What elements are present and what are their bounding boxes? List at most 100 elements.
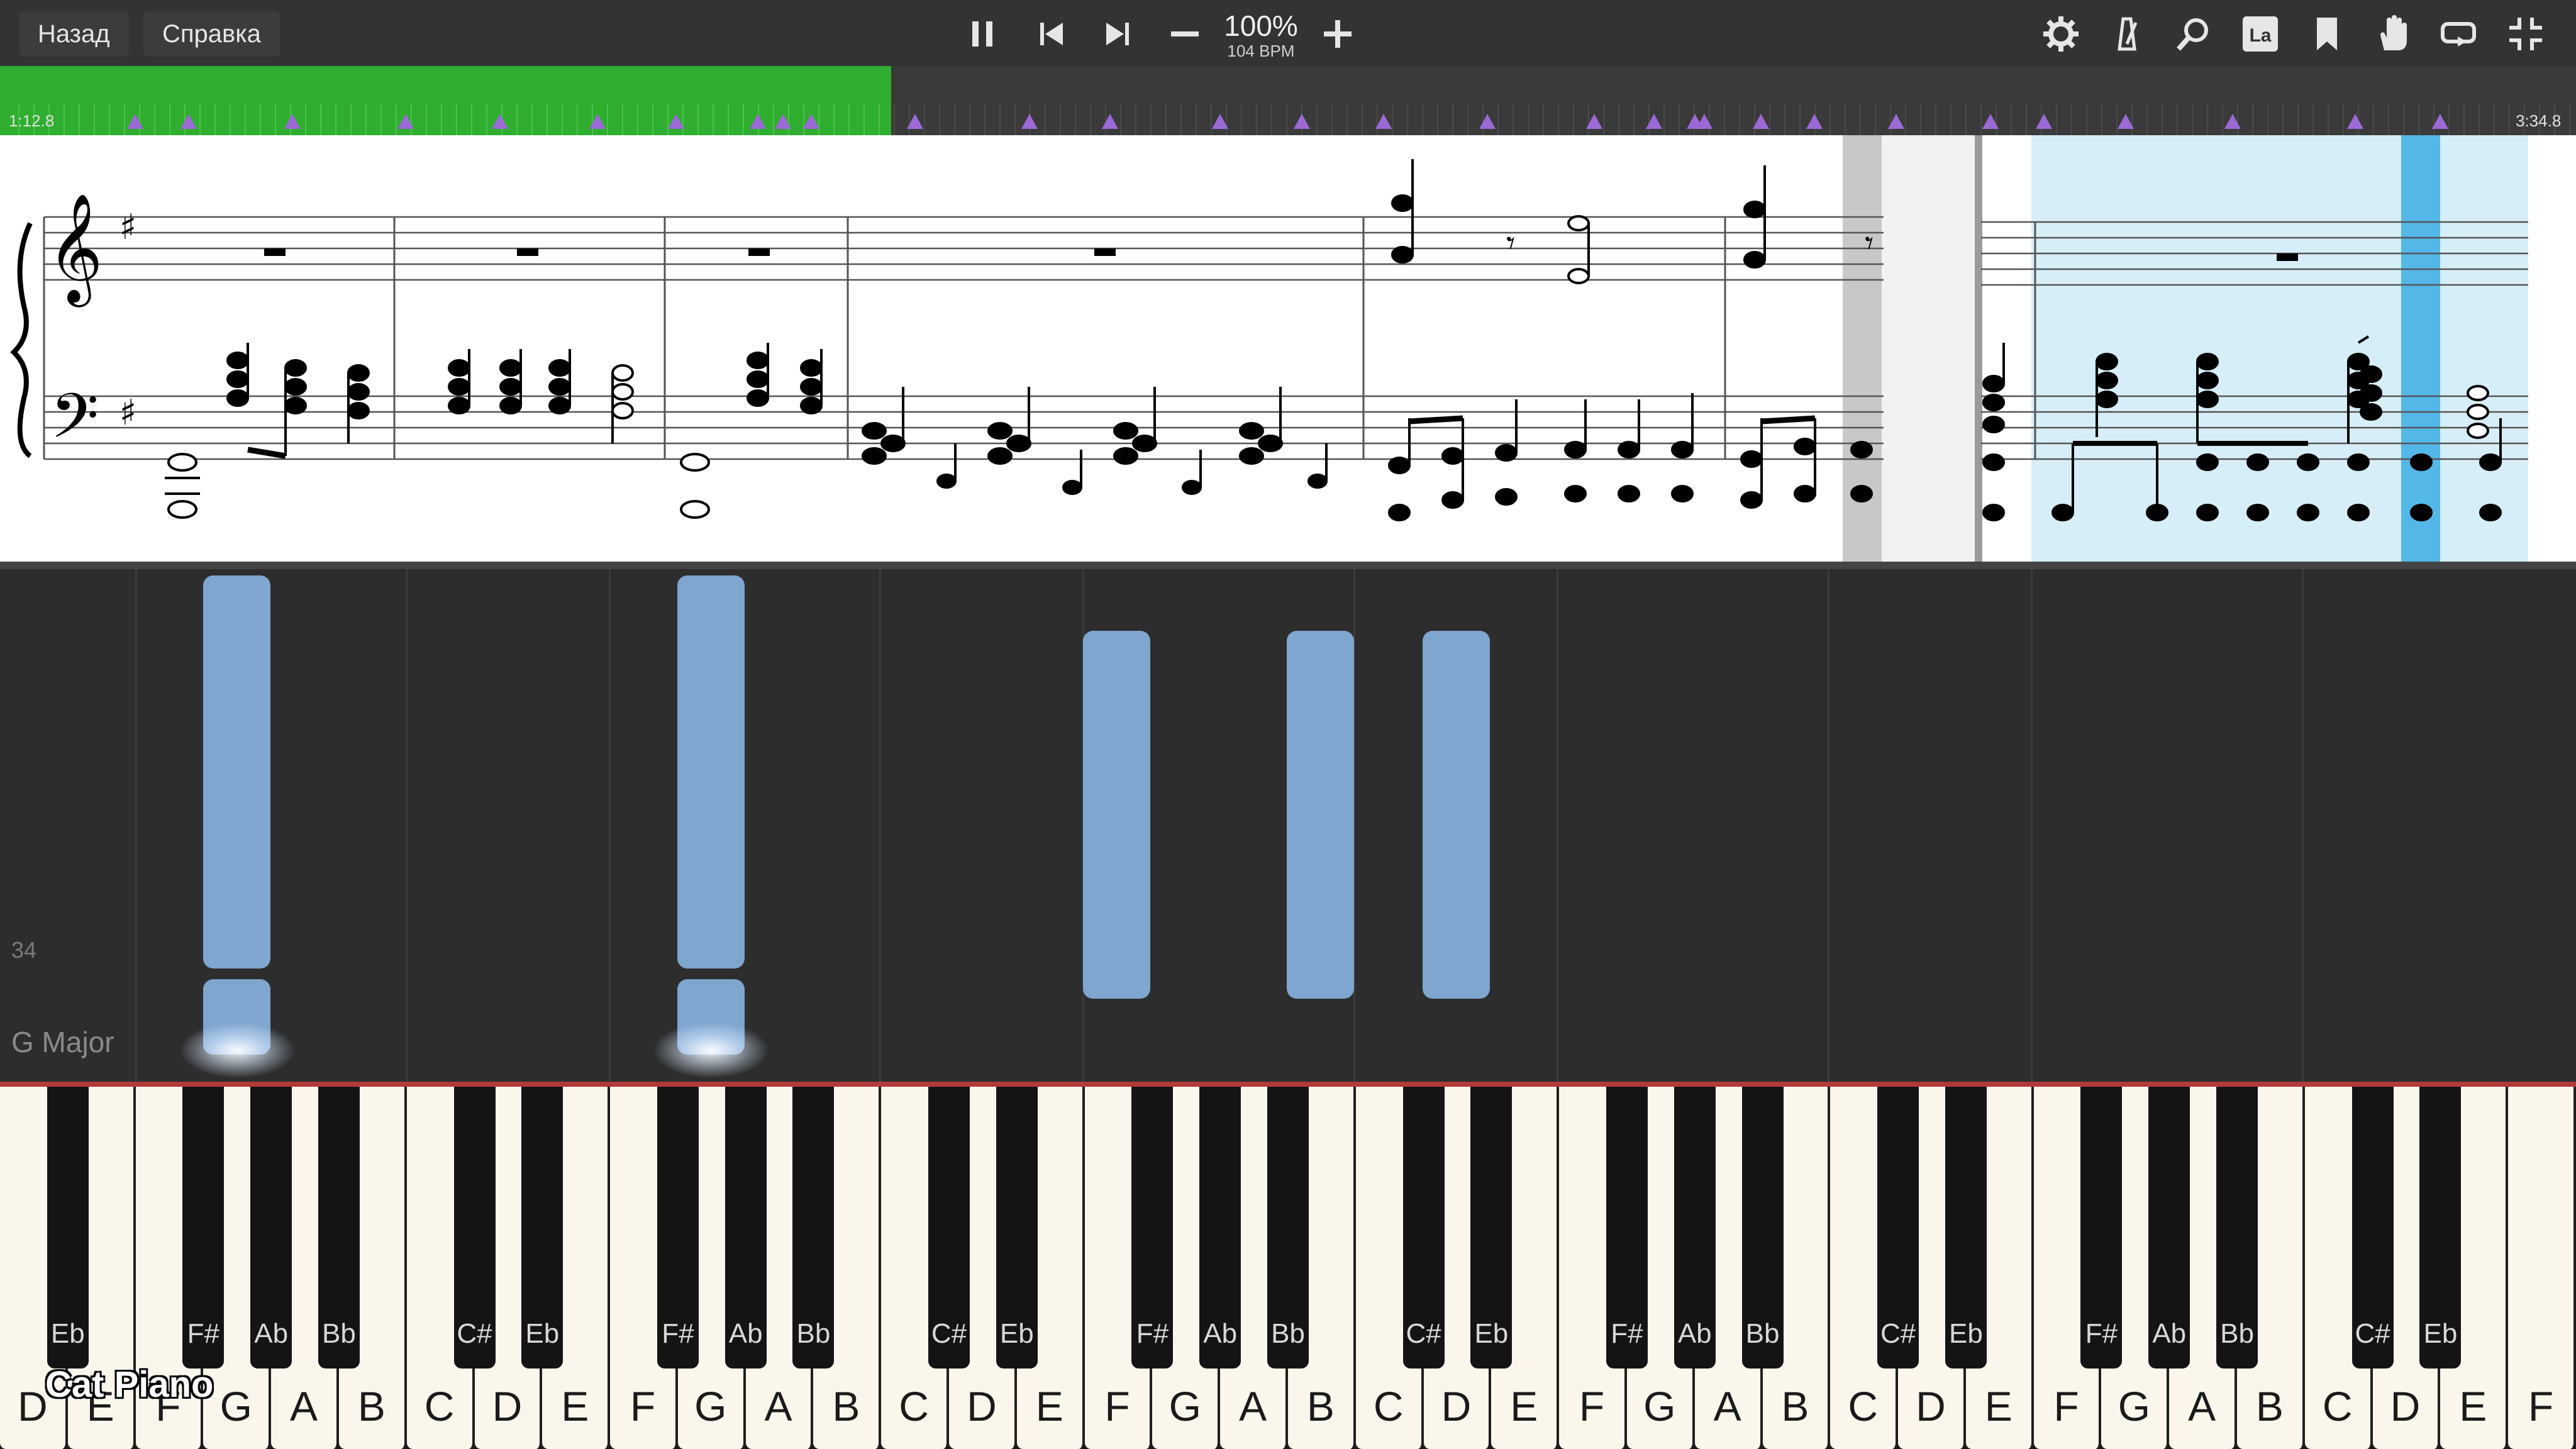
octave-line xyxy=(135,569,137,1082)
collapse-icon[interactable] xyxy=(2506,14,2546,54)
black-key[interactable]: Ab xyxy=(1199,1087,1241,1368)
hand-icon[interactable] xyxy=(2373,14,2413,54)
key-label: F# xyxy=(662,1318,694,1349)
key-label: C xyxy=(1373,1383,1404,1430)
black-key[interactable]: F# xyxy=(1606,1087,1648,1368)
key-label: C# xyxy=(457,1318,492,1349)
zoom-in-icon[interactable] xyxy=(1318,14,1358,54)
bass-clef: 𝄢 xyxy=(50,380,99,468)
black-key[interactable]: Bb xyxy=(1741,1087,1784,1368)
metronome-icon[interactable] xyxy=(2107,14,2147,54)
key-label: Eb xyxy=(50,1318,85,1349)
black-key[interactable]: C# xyxy=(1877,1087,1919,1368)
treble-key-signature: ♯ xyxy=(119,207,136,248)
key-label: Bb xyxy=(1271,1318,1305,1349)
black-key[interactable]: C# xyxy=(2351,1087,2394,1368)
key-label: B xyxy=(832,1383,860,1430)
key-label: C# xyxy=(1406,1318,1441,1349)
timeline-marker xyxy=(284,114,301,129)
help-button[interactable]: Справка xyxy=(143,11,280,57)
note-labels-icon[interactable]: La xyxy=(2240,14,2280,54)
note-hit-glow xyxy=(653,1022,769,1079)
black-key[interactable]: Ab xyxy=(250,1087,292,1368)
pause-icon[interactable] xyxy=(962,14,1002,54)
key-label: Bb xyxy=(796,1318,831,1349)
key-label: C xyxy=(424,1383,455,1430)
key-label: F xyxy=(2528,1383,2554,1430)
timeline-marker xyxy=(750,114,766,129)
key-label: A xyxy=(1239,1383,1267,1430)
bookmark-icon[interactable] xyxy=(2307,14,2347,54)
black-key[interactable]: Eb xyxy=(2419,1087,2462,1368)
total-time: 3:34.8 xyxy=(2516,111,2562,130)
song-timeline[interactable]: 1:12.8 3:34.8 xyxy=(0,66,2576,135)
falling-note xyxy=(1083,631,1150,999)
key-label: A xyxy=(2188,1383,2216,1430)
next-icon[interactable] xyxy=(1097,14,1138,54)
black-key[interactable]: F# xyxy=(657,1087,699,1368)
key-label: Ab xyxy=(728,1318,763,1349)
waterfall-border xyxy=(0,562,2576,569)
falling-note xyxy=(1423,631,1490,999)
octave-line xyxy=(1828,569,1829,1082)
black-key[interactable]: Ab xyxy=(1674,1087,1716,1368)
black-key[interactable]: C# xyxy=(453,1087,496,1368)
key-label: C# xyxy=(2355,1318,2390,1349)
key-label: C# xyxy=(931,1318,967,1349)
note-labels-glyph: La xyxy=(2249,25,2271,46)
key-label: B xyxy=(1781,1383,1809,1430)
key-label: A xyxy=(1713,1383,1741,1430)
back-button[interactable]: Назад xyxy=(19,11,129,57)
key-label: A xyxy=(290,1383,318,1430)
black-key[interactable]: Ab xyxy=(724,1087,767,1368)
black-key[interactable]: Bb xyxy=(1267,1087,1309,1368)
timeline-marker xyxy=(2036,114,2052,129)
white-key[interactable]: F xyxy=(2508,1087,2576,1449)
black-key[interactable]: F# xyxy=(182,1087,225,1368)
zoom-out-icon[interactable] xyxy=(1165,14,1205,54)
loop-icon[interactable] xyxy=(2439,14,2479,54)
black-key[interactable]: Eb xyxy=(996,1087,1038,1368)
channel-watermark: Cat Piano xyxy=(45,1364,214,1405)
key-label: Bb xyxy=(322,1318,356,1349)
black-key[interactable]: Bb xyxy=(792,1087,835,1368)
sheet-music[interactable]: 𝄞 𝄢 ♯ ♯ 𝄾 𝄾 xyxy=(0,135,2576,563)
black-key[interactable]: Eb xyxy=(1470,1087,1513,1368)
key-label: Bb xyxy=(2220,1318,2254,1349)
black-key[interactable]: C# xyxy=(1402,1087,1445,1368)
key-label: Bb xyxy=(1745,1318,1780,1349)
black-key[interactable]: Eb xyxy=(47,1087,89,1368)
key-signature-label: G Major xyxy=(11,1026,114,1058)
black-key[interactable]: Bb xyxy=(318,1087,360,1368)
black-key[interactable]: F# xyxy=(1131,1087,1174,1368)
tempo-bpm: 104 BPM xyxy=(1227,42,1295,60)
magnifier-icon[interactable] xyxy=(2174,14,2214,54)
previous-icon[interactable] xyxy=(1031,14,1072,54)
note-hit-glow xyxy=(179,1022,296,1079)
black-key[interactable]: F# xyxy=(2080,1087,2123,1368)
key-label: F xyxy=(2053,1383,2079,1430)
treble-clef: 𝄞 xyxy=(47,193,103,308)
current-measure-highlight xyxy=(2031,135,2528,563)
black-key[interactable]: Ab xyxy=(2148,1087,2190,1368)
key-label: C xyxy=(899,1383,929,1430)
gear-icon[interactable] xyxy=(2041,14,2081,54)
black-key[interactable]: Eb xyxy=(521,1087,564,1368)
key-label: Ab xyxy=(254,1318,289,1349)
timeline-marker xyxy=(1294,114,1310,129)
key-label: F xyxy=(1104,1383,1130,1430)
key-label: G xyxy=(1643,1383,1676,1430)
black-key[interactable]: C# xyxy=(928,1087,970,1368)
falling-note xyxy=(677,575,745,969)
black-key[interactable]: Bb xyxy=(2216,1087,2258,1368)
key-label: B xyxy=(2255,1383,2284,1430)
octave-line xyxy=(879,569,881,1082)
black-key[interactable]: Eb xyxy=(1945,1087,1987,1368)
timeline-marker xyxy=(1102,114,1118,129)
timeline-marker xyxy=(2347,114,2363,129)
svg-text:𝄾: 𝄾 xyxy=(1865,223,1874,263)
piano-keyboard[interactable]: D E F G A B C D E F G A B C D E F G A B C D E F G A B C D E F G A B C D E F Eb… xyxy=(0,1087,2576,1449)
key-label: D xyxy=(1441,1383,1472,1430)
timeline-marker xyxy=(1021,114,1038,129)
key-label: D xyxy=(2390,1383,2421,1430)
